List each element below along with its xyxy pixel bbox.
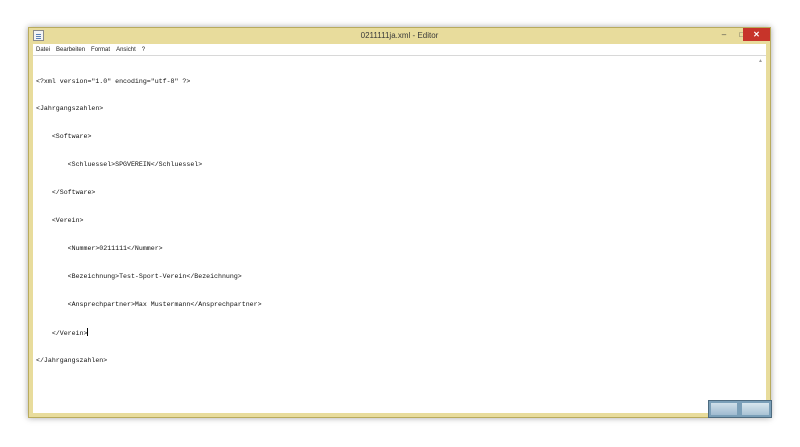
editor-window: 0211111ja.xml - Editor – □ ✕ Datei Bearb…: [28, 27, 771, 418]
chevron-up-icon[interactable]: ▲: [758, 58, 763, 64]
text-line: <Verein>: [36, 217, 84, 225]
menu-datei[interactable]: Datei: [33, 47, 53, 53]
text-caret: [87, 327, 89, 336]
vertical-scrollbar[interactable]: ▲: [756, 56, 766, 413]
window-title: 0211111ja.xml - Editor: [360, 31, 439, 40]
taskbar-thumbnail[interactable]: [708, 400, 772, 418]
text-line: </Jahrgangszahlen>: [36, 356, 108, 364]
menu-format[interactable]: Format: [88, 47, 113, 53]
text-line: <Software>: [36, 133, 92, 141]
document-text[interactable]: <?xml version="1.0" encoding="utf-8" ?> …: [36, 58, 754, 383]
text-line: </Verein>: [36, 327, 89, 337]
text-line: <Nummer>0211111</Nummer>: [36, 244, 163, 252]
menu-ansicht[interactable]: Ansicht: [113, 47, 139, 53]
text-line: <Jahrgangszahlen>: [36, 105, 104, 113]
text-line: <Bezeichnung>Test-Sport-Verein</Bezeichn…: [36, 272, 242, 280]
text-line: <Schluessel>SPGVEREIN</Schluessel>: [36, 161, 203, 169]
menu-bearbeiten[interactable]: Bearbeiten: [53, 47, 88, 53]
text-line: <Ansprechpartner>Max Mustermann</Ansprec…: [36, 300, 262, 308]
text-line: </Software>: [36, 189, 96, 197]
menu-help[interactable]: ?: [139, 47, 148, 53]
text-line: <?xml version="1.0" encoding="utf-8" ?>: [36, 77, 191, 85]
minimize-button[interactable]: –: [715, 28, 733, 41]
menu-bar: Datei Bearbeiten Format Ansicht ?: [33, 44, 766, 55]
close-button[interactable]: ✕: [743, 28, 770, 41]
text-editor-area[interactable]: <?xml version="1.0" encoding="utf-8" ?> …: [33, 55, 766, 413]
title-bar[interactable]: 0211111ja.xml - Editor – □ ✕: [29, 28, 770, 44]
